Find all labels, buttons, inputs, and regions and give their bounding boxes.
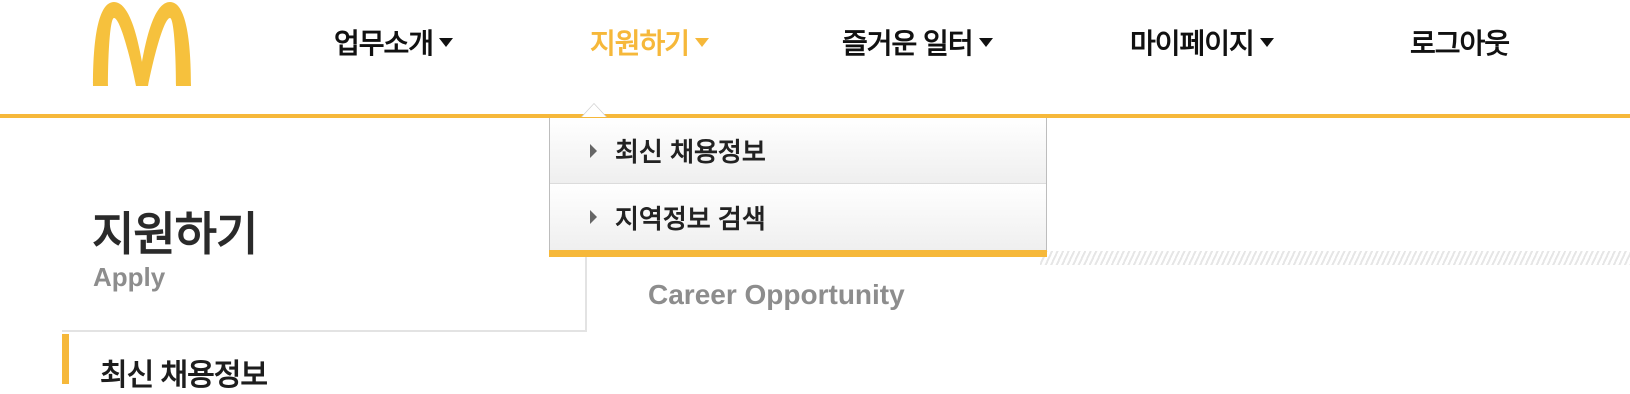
dropdown-item-label: 지역정보 검색 [615,203,766,234]
page-subtitle: Apply [93,262,166,292]
side-menu-active-indicator [62,334,69,384]
nav-item-label: 마이페이지 [1130,28,1255,59]
site-header: 업무소개 지원하기 즐거운 일터 마이페이지 로그아웃 [0,0,1630,118]
dropdown-bottom-bar [549,250,1047,257]
golden-arches-logo-icon[interactable] [90,0,194,86]
side-menu-item-label: 최신 채용정보 [100,359,268,392]
caret-down-icon [978,37,993,47]
caret-right-icon [590,210,597,224]
section-divider-pattern [1040,251,1630,265]
dropdown-item-label: 최신 채용정보 [615,137,766,167]
nav-item-label: 로그아웃 [1410,28,1510,59]
caret-right-icon [590,143,597,158]
caret-down-icon [439,37,454,47]
nav-item-label: 즐거운 일터 [842,28,974,59]
nav-item-apply[interactable]: 지원하기 [590,18,710,66]
nav-item-label: 업무소개 [334,28,434,59]
dropdown-item-region-search[interactable]: 지역정보 검색 [550,184,1046,250]
nav-item-about[interactable]: 업무소개 [334,18,454,66]
content-subtitle: Career Opportunity [648,279,905,310]
nav-item-logout[interactable]: 로그아웃 [1410,18,1510,66]
nav-item-workplace[interactable]: 즐거운 일터 [842,18,993,66]
page-title: 지원하기 [92,208,258,260]
nav-item-mypage[interactable]: 마이페이지 [1130,18,1274,66]
dropdown-item-latest-jobs[interactable]: 최신 채용정보 [550,118,1046,184]
nav-item-label: 지원하기 [590,28,690,59]
dropdown-pointer [582,104,606,117]
caret-down-icon [1259,37,1274,47]
caret-down-icon [695,37,710,47]
